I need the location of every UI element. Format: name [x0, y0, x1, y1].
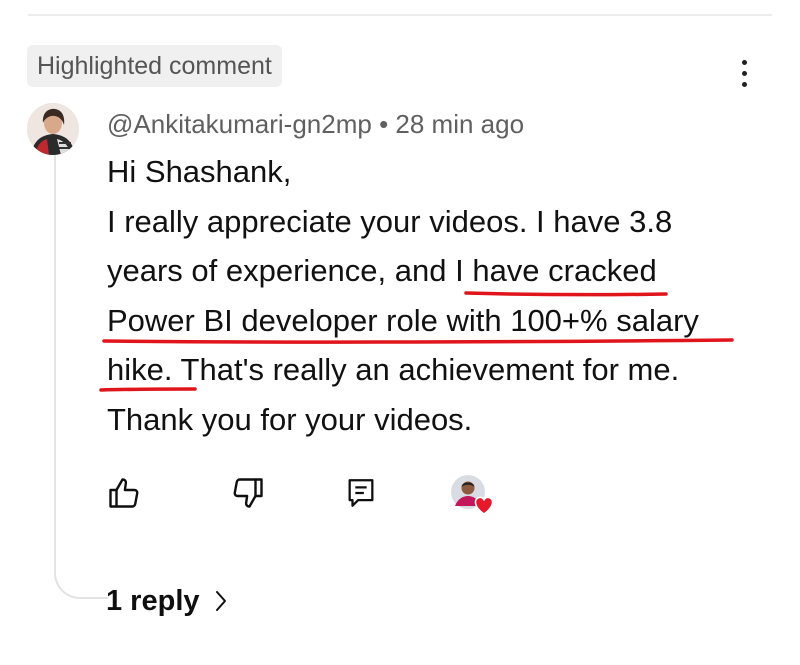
view-replies-button[interactable]: 1 reply [106, 581, 228, 621]
author-handle[interactable]: @Ankitakumari-gn2mp [107, 109, 372, 139]
comment-line: years of experience, and I have cracked [107, 253, 657, 288]
heart-icon [474, 496, 494, 515]
comment-meta: @Ankitakumari-gn2mp • 28 min ago [107, 108, 524, 140]
highlighted-comment-badge: Highlighted comment [27, 45, 282, 87]
comment-line: I really appreciate your videos. I have … [107, 203, 673, 239]
comment-text: Hi Shashank, I really appreciate your vi… [107, 147, 757, 444]
top-divider [28, 14, 772, 16]
comment-line: Thank you for your videos. [107, 401, 473, 437]
thread-connector-line [54, 150, 108, 599]
comment-line: hike. That's really an achievement for m… [107, 352, 680, 387]
dislike-button[interactable] [228, 473, 268, 513]
thumbs-up-icon [109, 478, 139, 508]
like-button[interactable] [104, 473, 144, 513]
avatar[interactable] [27, 103, 79, 155]
reply-button[interactable] [341, 473, 381, 513]
chevron-right-icon [215, 591, 226, 611]
comment-timestamp: 28 min ago [395, 109, 525, 139]
replies-count: 1 reply [106, 584, 200, 617]
creator-heart-badge [448, 472, 498, 516]
thumbs-down-icon [233, 478, 263, 508]
comment-line: Power BI developer role with 100+% salar… [107, 302, 699, 338]
comment-icon [348, 479, 374, 507]
comment-line: Hi Shashank, [107, 154, 292, 189]
meta-separator: • [379, 109, 389, 139]
more-options-icon[interactable] [734, 58, 756, 90]
